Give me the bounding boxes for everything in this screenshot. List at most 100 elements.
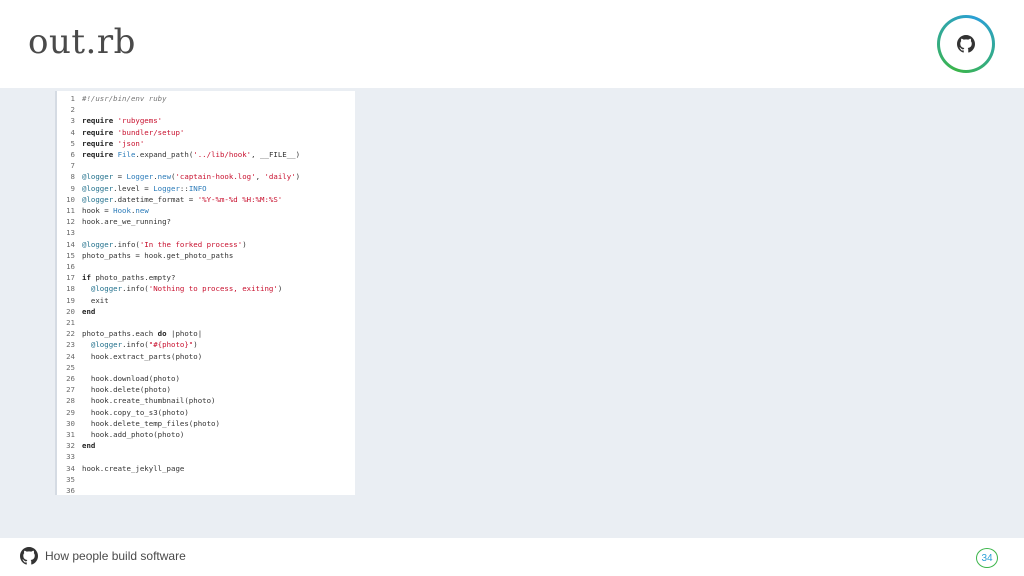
code-token: require bbox=[82, 138, 114, 148]
code-text: @logger.info('In the forked process') bbox=[82, 239, 247, 250]
code-line: 3 require 'rubygems' bbox=[57, 115, 355, 126]
line-number: 12 bbox=[66, 217, 75, 227]
code-token: @logger bbox=[90, 284, 123, 294]
code-text: @logger.level = Logger::INFO bbox=[82, 183, 207, 194]
line-number: 7 bbox=[70, 161, 75, 171]
code-text: require 'bundler/setup' bbox=[82, 127, 184, 138]
line-number: 30 bbox=[66, 418, 75, 428]
code-token: hook.delete(photo) bbox=[82, 385, 171, 395]
code-token: ) bbox=[242, 239, 247, 249]
code-token: .info( bbox=[122, 340, 149, 350]
code-text: end bbox=[82, 440, 95, 451]
code-token: :: bbox=[179, 183, 189, 193]
code-token: photo_paths.empty? bbox=[90, 273, 176, 283]
code-line: 29 hook.copy_to_s3(photo) bbox=[57, 407, 355, 418]
code-line: 8 @logger = Logger.new('captain-hook.log'… bbox=[57, 171, 355, 182]
line-number: 10 bbox=[66, 194, 75, 204]
code-token: 'captain-hook.log' bbox=[175, 172, 256, 182]
code-line: 26 hook.download(photo) bbox=[57, 373, 355, 384]
code-text: if photo_paths.empty? bbox=[82, 272, 175, 283]
code-token: ) bbox=[295, 172, 301, 182]
code-token: @logger bbox=[82, 172, 114, 182]
code-token: @logger bbox=[82, 239, 114, 249]
code-text: require 'json' bbox=[82, 138, 144, 149]
code-line: 15 photo_paths = hook.get_photo_paths bbox=[57, 250, 355, 261]
code-token: = bbox=[113, 172, 127, 182]
line-number: 9 bbox=[70, 183, 75, 193]
code-token: exit bbox=[82, 295, 109, 305]
code-line: 25 bbox=[57, 362, 355, 373]
code-screenshot: 1 #!/usr/bin/env ruby 2 3 require 'rubygems'… bbox=[55, 91, 355, 495]
code-line: 10 @logger.datetime_format = '%Y-%m-%d %H… bbox=[57, 194, 355, 205]
code-line: 21 bbox=[57, 317, 355, 328]
code-text: hook.are_we_running? bbox=[82, 216, 171, 227]
code-text: photo_paths = hook.get_photo_paths bbox=[82, 250, 233, 261]
code-token: .info( bbox=[113, 239, 140, 249]
code-token: new bbox=[135, 206, 149, 215]
line-number: 36 bbox=[66, 486, 75, 495]
code-text: hook.delete(photo) bbox=[82, 384, 171, 395]
code-text: #!/usr/bin/env ruby bbox=[82, 93, 167, 104]
code-token: end bbox=[82, 306, 96, 316]
code-token: if bbox=[82, 273, 91, 283]
line-number: 32 bbox=[66, 441, 75, 451]
code-token: "#{photo}" bbox=[148, 340, 194, 350]
code-token: photo_paths = hook.get_photo_paths bbox=[82, 250, 234, 260]
code-text: hook.copy_to_s3(photo) bbox=[82, 407, 189, 418]
code-token: hook = bbox=[82, 206, 114, 215]
line-number: 29 bbox=[66, 407, 75, 417]
line-number: 18 bbox=[66, 284, 75, 294]
code-line: 12 hook.are_we_running? bbox=[57, 216, 355, 227]
code-token: .expand_path( bbox=[135, 150, 194, 159]
code-text: hook.create_jekyll_page bbox=[82, 463, 184, 474]
line-number: 6 bbox=[70, 150, 75, 159]
code-token: 'daily' bbox=[264, 172, 296, 182]
code-line: 14 @logger.info('In the forked process') bbox=[57, 239, 355, 250]
code-line: 13 bbox=[57, 227, 355, 238]
code-line: 5 require 'json' bbox=[57, 138, 355, 149]
code-token: .info( bbox=[122, 284, 149, 294]
code-line: 32 end bbox=[57, 440, 355, 451]
code-token: require bbox=[82, 127, 114, 137]
line-number: 13 bbox=[66, 228, 75, 238]
code-line: 30 hook.delete_temp_files(photo) bbox=[57, 418, 355, 429]
line-number: 25 bbox=[66, 362, 75, 372]
line-number: 19 bbox=[66, 295, 75, 305]
line-number: 2 bbox=[70, 105, 75, 115]
slide-header: out.rb bbox=[0, 0, 1024, 88]
line-number: 31 bbox=[66, 430, 75, 439]
code-token: hook.extract_parts(photo) bbox=[82, 351, 203, 361]
code-line: 23 @logger.info("#{photo}") bbox=[57, 339, 355, 350]
code-line: 4 require 'bundler/setup' bbox=[57, 127, 355, 138]
line-number: 23 bbox=[66, 340, 75, 350]
code-text: hook.extract_parts(photo) bbox=[82, 351, 202, 362]
code-token: INFO bbox=[188, 183, 207, 193]
slide-title: out.rb bbox=[28, 22, 136, 62]
line-number: 34 bbox=[66, 463, 75, 473]
code-token: hook.create_thumbnail(photo) bbox=[82, 396, 216, 406]
code-token: '%Y-%m-%d %H:%M:%S' bbox=[197, 194, 283, 204]
line-number: 16 bbox=[66, 262, 75, 271]
code-text: end bbox=[82, 306, 95, 317]
code-text: @logger = Logger.new('captain-hook.log',… bbox=[82, 171, 300, 182]
code-token: Hook bbox=[113, 206, 131, 215]
code-line: 18 @logger.info('Nothing to process, exi… bbox=[57, 283, 355, 294]
code-token: 'json' bbox=[117, 138, 145, 148]
code-line: 6 require File.expand_path('../lib/hook',… bbox=[57, 149, 355, 160]
code-line: 20 end bbox=[57, 306, 355, 317]
code-token: |photo| bbox=[166, 329, 203, 339]
code-text: hook = Hook.new bbox=[82, 205, 149, 216]
code-line: 16 bbox=[57, 261, 355, 272]
code-text: @logger.info('Nothing to process, exitin… bbox=[82, 283, 282, 294]
line-number: 33 bbox=[66, 452, 75, 462]
line-number: 22 bbox=[66, 329, 75, 339]
code-token: .datetime_format = bbox=[113, 194, 198, 204]
code-token: do bbox=[157, 329, 167, 339]
code-line: 9 @logger.level = Logger::INFO bbox=[57, 183, 355, 194]
code-token: hook.add_photo(photo) bbox=[82, 430, 185, 439]
code-token: new bbox=[157, 172, 172, 182]
code-text: @logger.info("#{photo}") bbox=[82, 339, 198, 350]
code-text: exit bbox=[82, 295, 109, 306]
code-line: 22 photo_paths.each do |photo| bbox=[57, 328, 355, 339]
code-line: 11 hook = Hook.new bbox=[57, 205, 355, 216]
